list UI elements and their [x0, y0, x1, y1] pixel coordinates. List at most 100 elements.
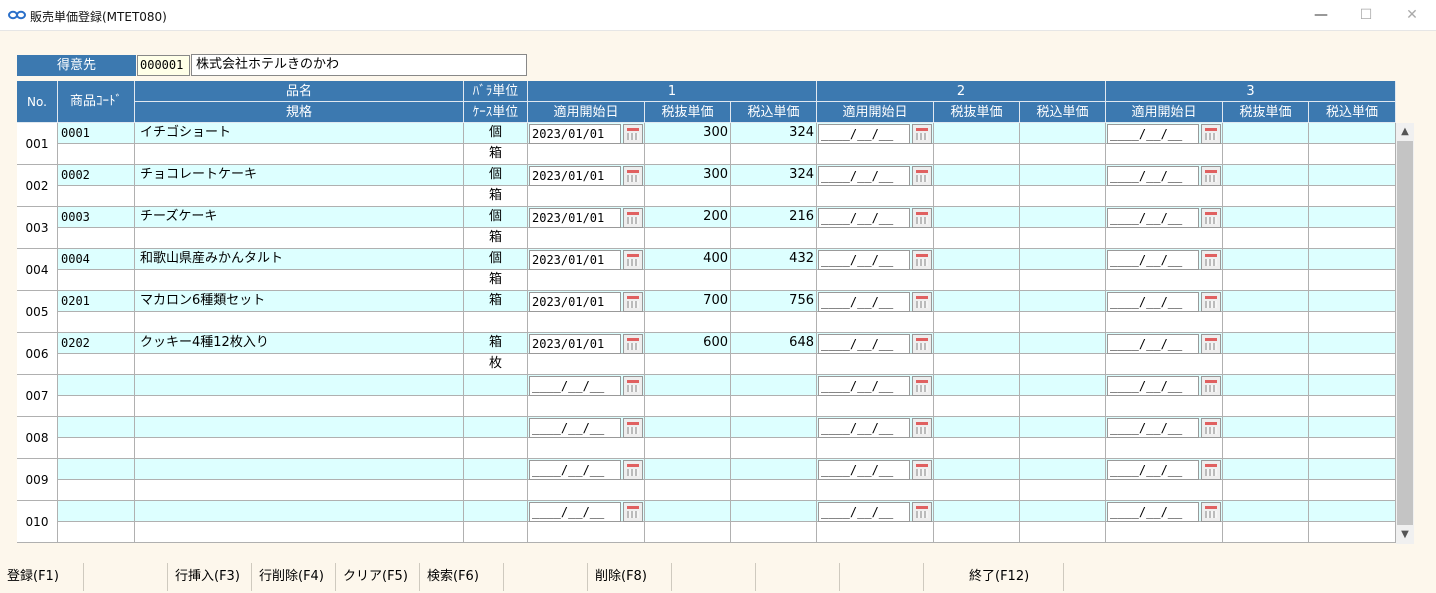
calendar-icon[interactable] [912, 334, 932, 354]
calendar-icon[interactable] [912, 502, 932, 522]
start-date-input-1[interactable]: ____/__/__ [529, 460, 621, 480]
ex-tax-price-cell-1[interactable] [645, 228, 731, 249]
ex-tax-price-cell-2[interactable] [934, 207, 1020, 228]
product-code-sub-cell[interactable] [58, 144, 135, 165]
spec-cell[interactable] [135, 396, 464, 417]
in-tax-price-cell-1[interactable] [731, 459, 817, 480]
start-date-input-1[interactable]: ____/__/__ [529, 418, 621, 438]
f12-exit-button[interactable]: 終了(F12) [924, 563, 1064, 591]
f7-button[interactable] [504, 563, 588, 591]
ex-tax-price-cell-1[interactable] [645, 312, 731, 333]
f8-delete-button[interactable]: 削除(F8) [588, 563, 672, 591]
product-name-cell[interactable] [135, 417, 464, 438]
calendar-icon[interactable] [1201, 460, 1221, 480]
calendar-icon[interactable] [912, 460, 932, 480]
product-code-cell[interactable]: 0201 [58, 291, 135, 312]
minimize-button[interactable]: — [1298, 0, 1344, 31]
start-date-input-2[interactable]: ____/__/__ [818, 124, 910, 144]
in-tax-price-cell-1[interactable] [731, 501, 817, 522]
start-date-input-2[interactable]: ____/__/__ [818, 208, 910, 228]
case-unit-cell[interactable]: 枚 [464, 354, 528, 375]
calendar-icon[interactable] [1201, 376, 1221, 396]
product-code-sub-cell[interactable] [58, 438, 135, 459]
calendar-icon[interactable] [623, 460, 643, 480]
in-tax-price-cell-1[interactable] [731, 438, 817, 459]
f11-button[interactable] [840, 563, 924, 591]
calendar-icon[interactable] [1201, 208, 1221, 228]
case-unit-cell[interactable]: 箱 [464, 144, 528, 165]
product-code-sub-cell[interactable] [58, 480, 135, 501]
ex-tax-price-cell-1[interactable] [645, 417, 731, 438]
in-tax-price-cell-3[interactable] [1309, 459, 1396, 480]
in-tax-price-cell-2[interactable] [1020, 123, 1106, 144]
start-date-input-2[interactable]: ____/__/__ [818, 376, 910, 396]
ex-tax-price-cell-2[interactable] [934, 501, 1020, 522]
in-tax-price-cell-1[interactable]: 756 [731, 291, 817, 312]
in-tax-price-cell-3[interactable] [1309, 291, 1396, 312]
start-date-input-2[interactable]: ____/__/__ [818, 418, 910, 438]
calendar-icon[interactable] [912, 208, 932, 228]
in-tax-price-cell-2[interactable] [1020, 417, 1106, 438]
spec-cell[interactable] [135, 228, 464, 249]
ex-tax-price-cell-3[interactable] [1223, 312, 1309, 333]
start-date-cell-2[interactable] [817, 270, 934, 291]
product-code-cell[interactable] [58, 375, 135, 396]
start-date-input-3[interactable]: ____/__/__ [1107, 124, 1199, 144]
calendar-icon[interactable] [623, 124, 643, 144]
in-tax-price-cell-3[interactable] [1309, 270, 1396, 291]
in-tax-price-cell-2[interactable] [1020, 375, 1106, 396]
product-code-cell[interactable]: 0002 [58, 165, 135, 186]
in-tax-price-cell-1[interactable]: 216 [731, 207, 817, 228]
f1-register-button[interactable]: 登録(F1) [0, 563, 84, 591]
ex-tax-price-cell-2[interactable] [934, 228, 1020, 249]
in-tax-price-cell-1[interactable]: 324 [731, 123, 817, 144]
f9-button[interactable] [672, 563, 756, 591]
case-unit-cell[interactable]: 箱 [464, 186, 528, 207]
scroll-down-arrow-icon[interactable]: ▼ [1396, 526, 1414, 544]
in-tax-price-cell-3[interactable] [1309, 480, 1396, 501]
product-code-sub-cell[interactable] [58, 270, 135, 291]
scroll-up-arrow-icon[interactable]: ▲ [1396, 123, 1414, 141]
piece-unit-cell[interactable]: 個 [464, 123, 528, 144]
piece-unit-cell[interactable]: 個 [464, 249, 528, 270]
in-tax-price-cell-1[interactable]: 324 [731, 165, 817, 186]
calendar-icon[interactable] [623, 208, 643, 228]
start-date-input-2[interactable]: ____/__/__ [818, 250, 910, 270]
f10-button[interactable] [756, 563, 840, 591]
ex-tax-price-cell-2[interactable] [934, 396, 1020, 417]
start-date-cell-1[interactable] [528, 312, 645, 333]
ex-tax-price-cell-2[interactable] [934, 354, 1020, 375]
ex-tax-price-cell-1[interactable]: 300 [645, 123, 731, 144]
start-date-cell-3[interactable] [1106, 312, 1223, 333]
calendar-icon[interactable] [623, 502, 643, 522]
case-unit-cell[interactable] [464, 522, 528, 543]
start-date-cell-1[interactable] [528, 522, 645, 543]
f6-search-button[interactable]: 検索(F6) [420, 563, 504, 591]
start-date-cell-1[interactable] [528, 396, 645, 417]
ex-tax-price-cell-3[interactable] [1223, 522, 1309, 543]
start-date-cell-2[interactable] [817, 312, 934, 333]
ex-tax-price-cell-3[interactable] [1223, 417, 1309, 438]
in-tax-price-cell-3[interactable] [1309, 123, 1396, 144]
in-tax-price-cell-2[interactable] [1020, 312, 1106, 333]
start-date-cell-3[interactable] [1106, 438, 1223, 459]
start-date-input-2[interactable]: ____/__/__ [818, 460, 910, 480]
start-date-input-3[interactable]: ____/__/__ [1107, 292, 1199, 312]
calendar-icon[interactable] [912, 418, 932, 438]
start-date-cell-1[interactable] [528, 354, 645, 375]
start-date-input-2[interactable]: ____/__/__ [818, 166, 910, 186]
start-date-input-3[interactable]: ____/__/__ [1107, 334, 1199, 354]
in-tax-price-cell-2[interactable] [1020, 144, 1106, 165]
vertical-scrollbar[interactable]: ▲ ▼ [1396, 123, 1414, 544]
in-tax-price-cell-3[interactable] [1309, 438, 1396, 459]
start-date-cell-1[interactable] [528, 438, 645, 459]
in-tax-price-cell-1[interactable] [731, 270, 817, 291]
in-tax-price-cell-3[interactable] [1309, 354, 1396, 375]
ex-tax-price-cell-1[interactable] [645, 186, 731, 207]
in-tax-price-cell-3[interactable] [1309, 186, 1396, 207]
in-tax-price-cell-2[interactable] [1020, 480, 1106, 501]
start-date-cell-3[interactable] [1106, 354, 1223, 375]
calendar-icon[interactable] [623, 418, 643, 438]
in-tax-price-cell-2[interactable] [1020, 291, 1106, 312]
product-name-cell[interactable]: イチゴショート [135, 123, 464, 144]
